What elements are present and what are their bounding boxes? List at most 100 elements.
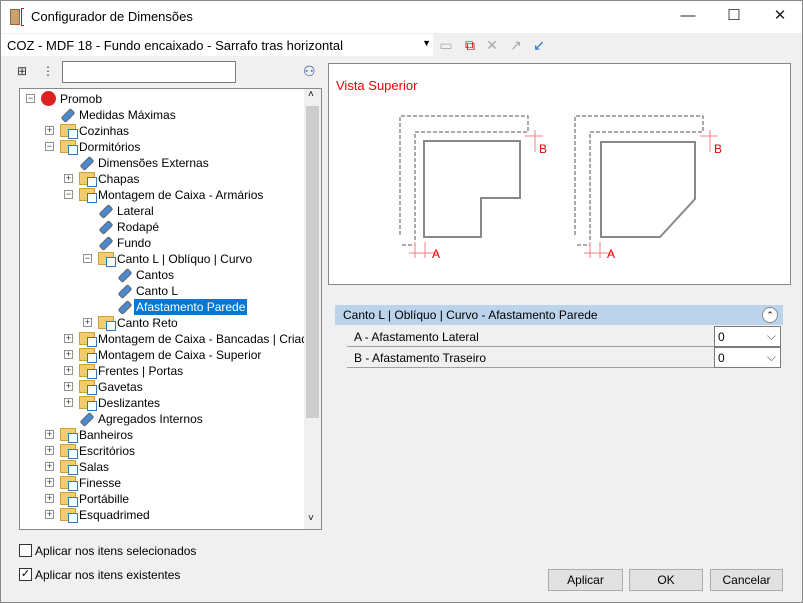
tree-item[interactable]: Dimensões Externas: [20, 155, 304, 171]
rename-icon[interactable]: ▭: [437, 36, 455, 54]
copy-to-icon[interactable]: ⧉: [461, 36, 479, 54]
expand-icon[interactable]: +: [64, 366, 73, 375]
folder-icon: [60, 476, 78, 491]
tree-item[interactable]: + Chapas: [20, 171, 304, 187]
tree-item[interactable]: + Montagem de Caixa - Bancadas | Criados: [20, 331, 321, 347]
tree-item[interactable]: Rodapé: [20, 219, 304, 235]
oblique-corner-drawing: [574, 115, 718, 258]
expand-icon[interactable]: +: [64, 350, 73, 359]
tree-item[interactable]: − Canto L | Oblíquo | Curvo: [20, 251, 304, 267]
dimension-icon: [21, 8, 24, 26]
expand-icon[interactable]: +: [45, 478, 54, 487]
expand-icon[interactable]: +: [45, 126, 54, 135]
expand-icon[interactable]: +: [64, 174, 73, 183]
tree-item[interactable]: + Montagem de Caixa - Superior: [20, 347, 304, 363]
property-row-a: A - Afastamento Lateral 0 ⌵: [347, 326, 781, 347]
tree-item[interactable]: + Escritórios: [20, 443, 304, 459]
tree-item[interactable]: − Montagem de Caixa - Armários: [20, 187, 304, 203]
expand-icon[interactable]: +: [64, 334, 73, 343]
tree-item-label: Canto Reto: [117, 316, 178, 330]
expand-icon[interactable]: +: [45, 494, 54, 503]
tree-item[interactable]: + Cozinhas: [20, 123, 304, 139]
tree-item-label: Rodapé: [117, 220, 160, 234]
collapse-icon[interactable]: −: [45, 142, 54, 151]
tag-icon: [117, 300, 133, 315]
binoculars-icon[interactable]: ⚇: [303, 63, 316, 80]
tree-item-label: Montagem de Caixa - Superior: [98, 348, 262, 362]
tree-item[interactable]: Afastamento Parede: [20, 299, 304, 315]
tree-item-label: Fundo: [117, 236, 152, 250]
tree-item[interactable]: + Deslizantes: [20, 395, 304, 411]
property-group-header[interactable]: Canto L | Oblíquo | Curvo - Afastamento …: [335, 305, 783, 325]
label-b: B: [539, 142, 547, 156]
tree-item[interactable]: + Gavetas: [20, 379, 304, 395]
folder-icon: [98, 252, 116, 267]
delete-icon[interactable]: ✕: [483, 36, 501, 54]
tree-item[interactable]: Medidas Máximas: [20, 107, 304, 123]
tree-item-label: Cantos: [136, 268, 175, 282]
tag-icon: [60, 108, 76, 123]
afastamento-traseiro-select[interactable]: 0 ⌵: [714, 347, 781, 368]
tree-item[interactable]: + Frentes | Portas: [20, 363, 304, 379]
expand-icon[interactable]: +: [45, 510, 54, 519]
tree-item[interactable]: + Esquadrimed: [20, 507, 304, 523]
tree-search-input[interactable]: [62, 61, 236, 83]
export-icon[interactable]: ↗: [507, 36, 525, 54]
apply-existing-checkbox[interactable]: ✓: [19, 568, 32, 581]
expand-icon[interactable]: +: [45, 446, 54, 455]
configuration-select[interactable]: COZ - MDF 18 - Fundo encaixado - Sarrafo…: [1, 34, 433, 56]
import-icon[interactable]: ↙: [530, 36, 548, 54]
tree-item[interactable]: Fundo: [20, 235, 304, 251]
collapse-icon[interactable]: −: [26, 94, 35, 103]
cancel-button[interactable]: Cancelar: [710, 569, 783, 591]
folder-icon: [79, 172, 97, 187]
collapse-icon[interactable]: ⌃: [762, 307, 778, 323]
tree-item[interactable]: + Salas: [20, 459, 304, 475]
category-tree[interactable]: − Promob Medidas Máximas + Cozinhas − Dormitór…: [19, 88, 322, 530]
l-corner-drawing: [399, 115, 543, 258]
expand-icon[interactable]: +: [64, 382, 73, 391]
maximize-button[interactable]: ☐: [711, 1, 757, 33]
minimize-button[interactable]: —: [665, 1, 711, 33]
tree-item-label: Cozinhas: [79, 124, 130, 138]
tree-item[interactable]: Canto L: [20, 283, 304, 299]
collapse-icon[interactable]: −: [64, 190, 73, 199]
expand-icon[interactable]: +: [45, 462, 54, 471]
tree-item[interactable]: + Finesse: [20, 475, 304, 491]
folder-icon: [79, 348, 97, 363]
expand-all-icon[interactable]: ⊞: [17, 64, 27, 78]
folder-icon: [60, 508, 78, 523]
tree-item-label: Dimensões Externas: [98, 156, 209, 170]
collapse-icon[interactable]: −: [83, 254, 92, 263]
tree-item[interactable]: + Portábille: [20, 491, 304, 507]
scroll-down-icon[interactable]: ˅: [308, 513, 314, 524]
tree-item[interactable]: + Canto Reto: [20, 315, 304, 331]
tree-item[interactable]: Cantos: [20, 267, 304, 283]
tree-item-label: Canto L | Oblíquo | Curvo: [117, 252, 253, 266]
tree-item[interactable]: Lateral: [20, 203, 304, 219]
scrollbar-thumb[interactable]: [306, 106, 319, 418]
tree-item[interactable]: + Banheiros: [20, 427, 304, 443]
tree-item-label: Canto L: [136, 284, 179, 298]
expand-icon[interactable]: +: [83, 318, 92, 327]
expand-icon[interactable]: +: [45, 430, 54, 439]
tree-scrollbar[interactable]: ˄ ˅: [304, 89, 321, 529]
tree-item-label: Deslizantes: [98, 396, 161, 410]
tree-item-label: Chapas: [98, 172, 140, 186]
close-button[interactable]: ✕: [757, 1, 803, 33]
apply-selected-checkbox[interactable]: [19, 544, 32, 557]
tag-icon: [79, 156, 95, 171]
tree-item-label: Afastamento Parede: [134, 299, 248, 315]
apply-button[interactable]: Aplicar: [548, 569, 623, 591]
expand-icon[interactable]: +: [64, 398, 73, 407]
tree-item[interactable]: Agregados Internos: [20, 411, 304, 427]
tree-item[interactable]: − Promob: [20, 91, 304, 107]
scroll-up-icon[interactable]: ˄: [308, 89, 314, 100]
collapse-all-icon[interactable]: ⋮: [42, 64, 54, 78]
folder-icon: [79, 380, 97, 395]
folder-icon: [60, 492, 78, 507]
tree-item[interactable]: − Dormitórios: [20, 139, 304, 155]
afastamento-lateral-select[interactable]: 0 ⌵: [714, 326, 781, 347]
property-value: 0: [718, 351, 725, 365]
ok-button[interactable]: OK: [629, 569, 703, 591]
